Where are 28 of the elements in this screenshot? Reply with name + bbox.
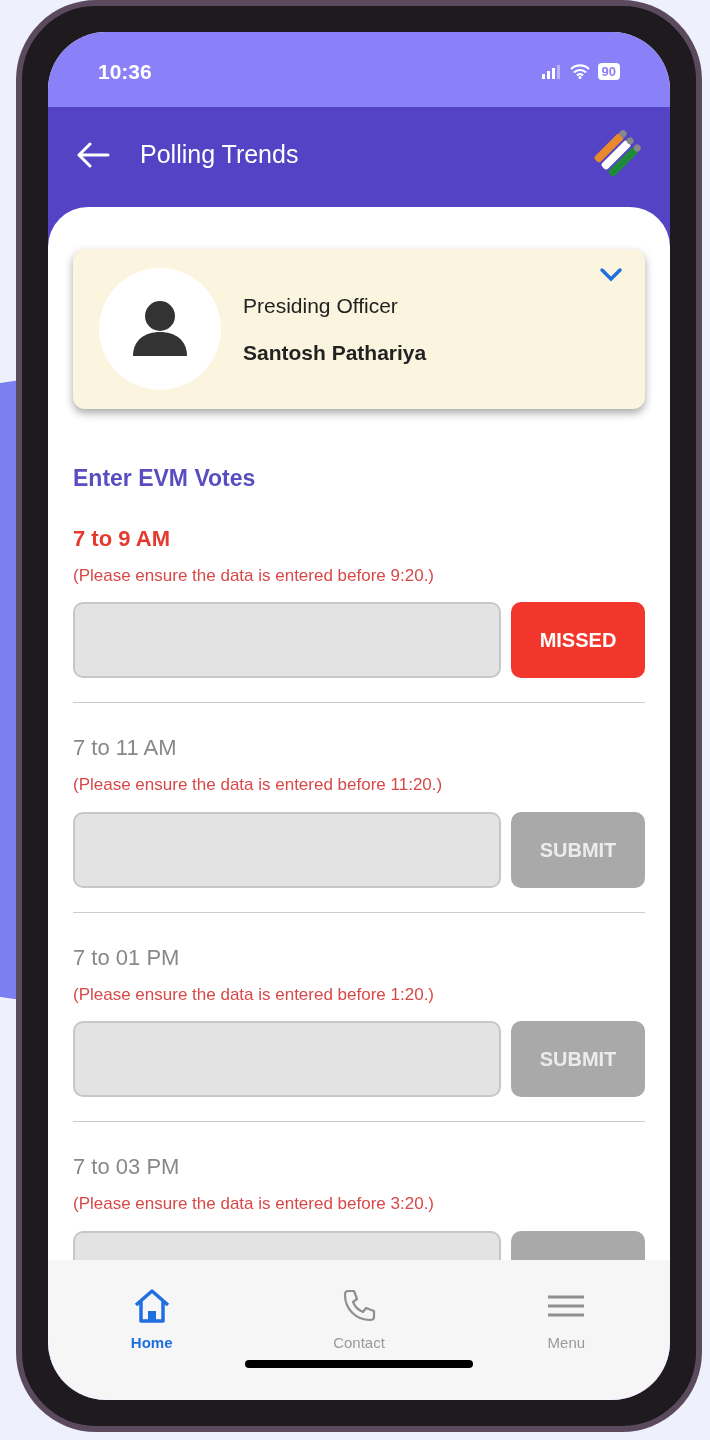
nav-tab[interactable]: Menu: [462, 1265, 670, 1355]
officer-role: Presiding Officer: [243, 292, 399, 319]
missed-button[interactable]: MISSED: [511, 602, 645, 678]
deadline-hint: (Please ensure the data is entered before 9:20.): [73, 564, 435, 587]
section-title: Enter EVM Votes: [73, 464, 257, 493]
votes-input-field[interactable]: [73, 1021, 501, 1097]
officer-name: Santosh Pathariya: [243, 340, 427, 366]
nav-tab[interactable]: Contact: [255, 1265, 463, 1355]
deadline-hint: (Please ensure the data is entered before 11:20.): [73, 774, 444, 796]
officer-card[interactable]: Presiding Officer Santosh Pathariya: [73, 249, 645, 409]
votes-input-field[interactable]: [73, 602, 501, 678]
deadline-hint: (Please ensure the data is entered before 3:20.): [73, 1193, 435, 1215]
deadline-hint: (Please ensure the data is entered before 1:20.): [73, 983, 435, 1006]
slot-title: 7 to 9 AM: [73, 524, 171, 553]
wifi-icon: [569, 64, 590, 79]
nav-tab[interactable]: Home: [48, 1265, 256, 1355]
battery-level: 90: [597, 63, 620, 80]
votes-input-field[interactable]: [73, 811, 501, 888]
slot-title: 7 to 03 PM: [73, 1153, 181, 1181]
status-time: 10:36: [98, 58, 152, 85]
submit-button[interactable]: SUBMIT: [511, 1021, 645, 1097]
back-icon[interactable]: [76, 142, 110, 168]
slot-title: 7 to 01 PM: [73, 943, 181, 972]
slot-title: 7 to 11 AM: [73, 734, 178, 762]
chevron-icon[interactable]: [599, 267, 623, 283]
signal-icon: [541, 64, 562, 79]
header-title: Polling Trends: [140, 139, 300, 171]
submit-button[interactable]: SUBMIT: [511, 811, 645, 888]
